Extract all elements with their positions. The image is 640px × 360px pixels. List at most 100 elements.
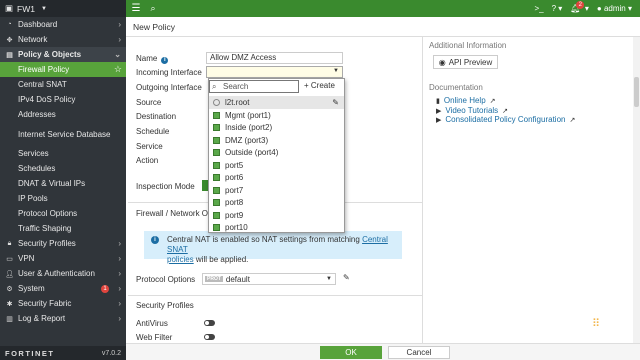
star-icon[interactable]: ☆ xyxy=(114,64,122,75)
incoming-interface-select[interactable]: ▼ xyxy=(206,66,343,78)
sidebar-item-central-snat[interactable]: Central SNAT xyxy=(0,77,126,92)
chevron-down-icon: ▼ xyxy=(333,68,339,74)
top-bar: ☰ ⌕ >_ ? ▾ 🔔︎ 2 ▾ ● admin ▾ xyxy=(126,0,640,17)
help-icon[interactable]: ? ▾ xyxy=(552,4,563,13)
service-label: Service xyxy=(136,142,163,151)
search-icon: ⌕ xyxy=(212,82,217,91)
name-input[interactable]: Allow DMZ Access xyxy=(206,52,343,64)
user-menu[interactable]: ● admin ▾ xyxy=(597,4,632,13)
additional-info-title: Additional Information xyxy=(429,41,507,50)
webfilter-toggle[interactable] xyxy=(204,334,215,340)
port-icon xyxy=(213,111,220,119)
chevron-down-icon: ▼ xyxy=(326,276,332,282)
option-port2[interactable]: Inside (port2) xyxy=(209,122,344,135)
external-link-icon: ↗ xyxy=(489,97,496,105)
option-l2t-root[interactable]: l2t.root ✎ xyxy=(209,96,344,109)
search-icon[interactable]: ⌕ xyxy=(146,3,160,14)
sidebar-item-protocol-options[interactable]: Protocol Options xyxy=(0,206,126,221)
option-port4[interactable]: Outside (port4) xyxy=(209,147,344,160)
chevron-right-icon: › xyxy=(118,239,121,248)
nat-section-title: Firewall / Network Op xyxy=(136,209,213,218)
sidebar-item-policy-objects[interactable]: ▤ Policy & Objects ⌄ xyxy=(0,47,126,62)
create-button[interactable]: + Create xyxy=(304,81,335,90)
sidebar-item-system[interactable]: ⚙ System 1 › xyxy=(0,281,126,296)
port-icon xyxy=(213,161,220,169)
sidebar-item-firewall-policy[interactable]: Firewall Policy ☆ xyxy=(0,62,126,77)
page-title: New Policy xyxy=(126,17,640,37)
port-icon xyxy=(213,174,220,182)
online-help-link[interactable]: ▮ Online Help ↗ xyxy=(436,96,496,105)
cli-icon[interactable]: >_ xyxy=(534,4,543,13)
option-port8[interactable]: port8 xyxy=(209,197,344,210)
sidebar-item-user-auth[interactable]: 👤︎ User & Authentication › xyxy=(0,266,126,281)
sidebar-item-isdb[interactable]: Internet Service Database xyxy=(0,122,126,146)
protocol-options-label: Protocol Options xyxy=(136,275,196,284)
sidebar-item-log-report[interactable]: ▥ Log & Report › xyxy=(0,311,126,326)
security-profiles-title: Security Profiles xyxy=(136,301,194,310)
chevron-right-icon: › xyxy=(118,269,121,278)
dropdown-search-input[interactable]: ⌕ Search xyxy=(209,80,299,93)
fortinet-logo: FORTINET xyxy=(5,348,55,358)
ok-button[interactable]: OK xyxy=(320,346,382,359)
sidebar-item-traffic-shaping[interactable]: Traffic Shaping xyxy=(0,221,126,236)
external-link-icon: ↗ xyxy=(502,107,509,115)
info-icon: i xyxy=(151,236,159,244)
loading-dots-icon: ⠿ xyxy=(592,318,600,330)
sidebar-item-security-profiles[interactable]: 🔒︎ Security Profiles › xyxy=(0,236,126,251)
sidebar-item-network[interactable]: ✥ Network › xyxy=(0,32,126,47)
menu-icon[interactable]: ☰ xyxy=(126,3,146,14)
option-port1[interactable]: Mgmt (port1) xyxy=(209,109,344,122)
webfilter-label: Web Filter xyxy=(136,333,173,342)
protocol-options-select[interactable]: PROT default ▼ xyxy=(202,273,336,285)
device-selector[interactable]: ▣ FW1 ▼ xyxy=(0,0,126,17)
source-label: Source xyxy=(136,98,162,107)
fabric-icon: ✱ xyxy=(6,300,13,308)
pencil-icon[interactable]: ✎ xyxy=(332,98,339,107)
sidebar-item-schedules[interactable]: Schedules xyxy=(0,161,126,176)
chevron-right-icon: › xyxy=(118,254,121,263)
dashboard-icon: ◔ xyxy=(7,21,12,28)
scrollbar-thumb[interactable] xyxy=(634,77,639,107)
port-icon xyxy=(213,186,220,194)
api-preview-button[interactable]: ◉ API Preview xyxy=(433,55,498,69)
sidebar-item-vpn[interactable]: ▭ VPN › xyxy=(0,251,126,266)
option-port3[interactable]: DMZ (port3) xyxy=(209,134,344,147)
sidebar-item-dnat[interactable]: DNAT & Virtual IPs xyxy=(0,176,126,191)
option-port6[interactable]: port6 xyxy=(209,172,344,185)
gear-icon: ⚙ xyxy=(6,285,13,293)
chevron-right-icon: › xyxy=(118,35,121,44)
device-name: FW1 xyxy=(17,3,35,14)
info-icon[interactable]: i xyxy=(161,57,169,64)
info-panel: Additional Information ◉ API Preview Docu… xyxy=(422,37,640,343)
chevron-down-icon: ▼ xyxy=(40,5,47,12)
protocol-badge: PROT xyxy=(205,276,223,282)
chevron-right-icon: › xyxy=(118,284,121,293)
sidebar-item-addresses[interactable]: Addresses xyxy=(0,107,126,122)
pencil-icon[interactable]: ✎ xyxy=(343,273,350,282)
sidebar-item-ip-pools[interactable]: IP Pools xyxy=(0,191,126,206)
sidebar: ▣ FW1 ▼ ◔ Dashboard › ✥ Network › ▤ Policy & … xyxy=(0,0,126,360)
policy-icon: ▤ xyxy=(6,51,13,59)
incoming-label: Incoming Interface xyxy=(136,68,202,77)
video-icon: ▶ xyxy=(436,116,442,124)
scrollbar[interactable] xyxy=(633,37,640,343)
video-tutorials-link[interactable]: ▶ Video Tutorials ↗ xyxy=(436,106,508,115)
option-port10[interactable]: port10 xyxy=(209,221,344,234)
consolidated-config-link[interactable]: ▶ Consolidated Policy Configuration ↗ xyxy=(436,115,575,124)
option-port9[interactable]: port9 xyxy=(209,209,344,222)
option-port5[interactable]: port5 xyxy=(209,159,344,172)
cancel-button[interactable]: Cancel xyxy=(388,346,450,359)
external-link-icon: ↗ xyxy=(569,116,576,124)
sidebar-item-dos-policy[interactable]: IPv4 DoS Policy xyxy=(0,92,126,107)
sidebar-item-dashboard[interactable]: ◔ Dashboard › xyxy=(0,17,126,32)
port-icon xyxy=(213,199,220,207)
antivirus-toggle[interactable] xyxy=(204,320,215,326)
schedule-label: Schedule xyxy=(136,127,170,136)
port-icon xyxy=(213,211,220,219)
option-port7[interactable]: port7 xyxy=(209,184,344,197)
bell-icon[interactable]: 🔔︎ 2 ▾ xyxy=(570,1,589,13)
central-nat-notice: i Central NAT is enabled so NAT settings… xyxy=(144,231,402,264)
sidebar-item-security-fabric[interactable]: ✱ Security Fabric › xyxy=(0,296,126,311)
policies-link[interactable]: policies xyxy=(167,255,194,264)
sidebar-item-services[interactable]: Services xyxy=(0,146,126,161)
